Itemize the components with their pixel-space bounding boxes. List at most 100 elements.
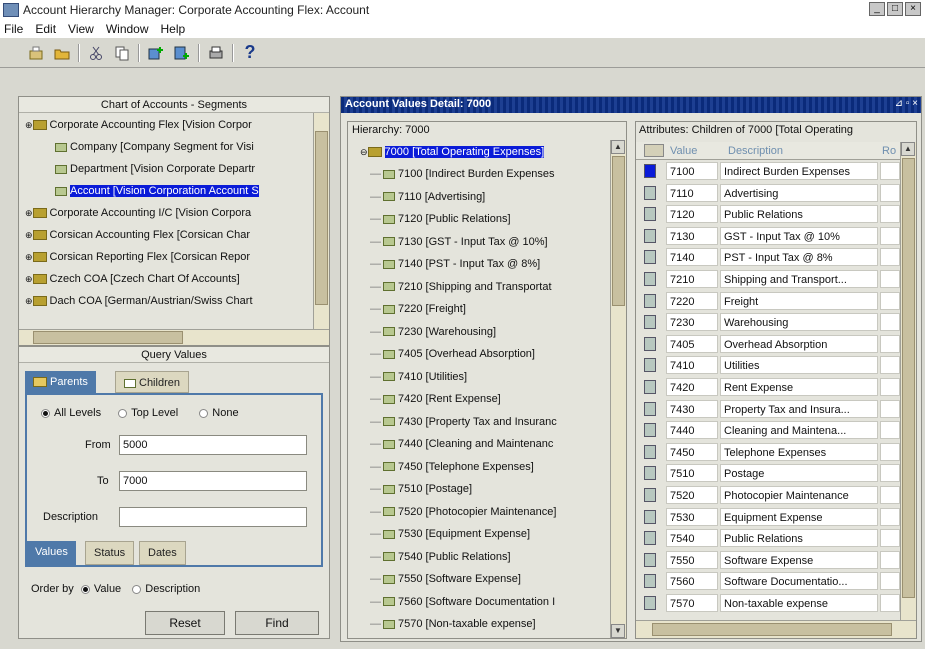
hierarchy-node[interactable]: —7530 [Equipment Expense]	[370, 524, 530, 544]
tree-node[interactable]: ⊕ Corsican Accounting Flex [Corsican Char	[25, 225, 250, 245]
coa-vertical-scrollbar[interactable]	[313, 113, 329, 329]
hierarchy-root[interactable]: ⊖ 7000 [Total Operating Expenses]	[360, 142, 545, 162]
value-cell[interactable]: 7110	[666, 183, 718, 202]
copy-icon[interactable]	[112, 43, 132, 63]
menu-help[interactable]: Help	[161, 22, 186, 36]
ro-cell[interactable]	[880, 529, 900, 548]
ro-cell[interactable]	[880, 507, 900, 526]
description-cell[interactable]: Telephone Expenses	[720, 442, 878, 461]
value-cell[interactable]: 7520	[666, 486, 718, 504]
value-cell[interactable]: 7100	[666, 162, 718, 180]
description-cell[interactable]: Shipping and Transport...	[720, 270, 878, 288]
value-cell[interactable]: 7540	[666, 529, 718, 548]
description-cell[interactable]: Advertising	[720, 183, 878, 202]
ro-cell[interactable]	[880, 442, 900, 461]
tree-node-selected[interactable]: Account [Vision Corporation Account S	[55, 181, 259, 201]
description-cell[interactable]: Utilities	[720, 356, 878, 375]
ro-cell[interactable]	[880, 162, 900, 180]
maximize-button[interactable]: □	[887, 2, 903, 16]
hierarchy-node[interactable]: —7570 [Non-taxable expense]	[370, 614, 536, 634]
menu-window[interactable]: Window	[106, 22, 149, 36]
tree-node[interactable]: ⊕ Corporate Accounting I/C [Vision Corpor…	[25, 203, 251, 223]
description-cell[interactable]: Equipment Expense	[720, 507, 878, 526]
find-button[interactable]: Find	[235, 611, 319, 635]
table-row[interactable]: 7110 Advertising	[636, 182, 900, 204]
table-row[interactable]: 7405 Overhead Absorption	[636, 333, 900, 355]
ro-cell[interactable]	[880, 205, 900, 224]
row-selector[interactable]	[644, 185, 656, 200]
scroll-thumb[interactable]	[902, 158, 915, 598]
row-selector[interactable]	[644, 531, 656, 546]
hierarchy-node[interactable]: —7420 [Rent Expense]	[370, 389, 501, 409]
row-selector[interactable]	[644, 164, 656, 178]
table-row[interactable]: 7220 Freight	[636, 290, 900, 312]
to-field[interactable]: 7000	[119, 471, 307, 491]
print-icon[interactable]	[206, 43, 226, 63]
scroll-thumb[interactable]	[315, 131, 328, 305]
hierarchy-node[interactable]: —7510 [Postage]	[370, 479, 472, 499]
tree-node[interactable]: ⊕ Corporate Accounting Flex [Vision Corpo…	[25, 115, 252, 135]
tree-node[interactable]: Department [Vision Corporate Departr	[55, 159, 255, 179]
ro-cell[interactable]	[880, 313, 900, 332]
coa-horizontal-scrollbar[interactable]	[19, 329, 329, 345]
tree-node[interactable]: Company [Company Segment for Visi	[55, 137, 254, 157]
value-cell[interactable]: 7405	[666, 334, 718, 353]
tab-children[interactable]: Children	[115, 371, 189, 393]
value-cell[interactable]: 7570	[666, 594, 718, 612]
row-selector[interactable]	[644, 336, 656, 351]
row-selector[interactable]	[644, 272, 656, 286]
scroll-thumb[interactable]	[33, 331, 183, 344]
ro-cell[interactable]	[880, 464, 900, 483]
table-row[interactable]: 7120 Public Relations	[636, 203, 900, 225]
radio-top-level[interactable]: Top Level	[118, 407, 178, 419]
row-selector[interactable]	[644, 207, 656, 222]
table-row[interactable]: 7530 Equipment Expense	[636, 506, 900, 528]
hierarchy-node[interactable]: —7560 [Software Documentation I	[370, 592, 555, 612]
description-cell[interactable]: PST - Input Tax @ 8%	[720, 248, 878, 267]
row-selector[interactable]	[644, 228, 656, 243]
column-header-value[interactable]: Value	[670, 142, 697, 160]
value-cell[interactable]: 7510	[666, 464, 718, 483]
ro-cell[interactable]	[880, 291, 900, 310]
tree-node[interactable]: ⊕ Dach COA [German/Austrian/Swiss Chart	[25, 291, 253, 311]
value-cell[interactable]: 7450	[666, 442, 718, 461]
row-selector[interactable]	[644, 466, 656, 481]
hierarchy-node[interactable]: —7230 [Warehousing]	[370, 322, 496, 342]
value-cell[interactable]: 7230	[666, 313, 718, 332]
table-row[interactable]: 7140 PST - Input Tax @ 8%	[636, 246, 900, 268]
add-record-icon[interactable]	[146, 43, 166, 63]
table-row[interactable]: 7210 Shipping and Transport...	[636, 268, 900, 290]
hierarchy-node[interactable]: —7220 [Freight]	[370, 299, 466, 319]
ro-cell[interactable]	[880, 399, 900, 418]
row-selector[interactable]	[644, 401, 656, 416]
table-row[interactable]: 7130 GST - Input Tax @ 10%	[636, 225, 900, 247]
menu-view[interactable]: View	[68, 22, 94, 36]
hierarchy-node[interactable]: —7210 [Shipping and Transportat	[370, 277, 552, 297]
grid-horizontal-scrollbar[interactable]	[636, 620, 916, 638]
value-cell[interactable]: 7130	[666, 226, 718, 245]
minimize-button[interactable]: _	[869, 2, 885, 16]
row-selector[interactable]	[644, 358, 656, 373]
table-row[interactable]: 7410 Utilities	[636, 354, 900, 376]
hierarchy-node[interactable]: —7110 [Advertising]	[370, 187, 485, 207]
menu-edit[interactable]: Edit	[35, 22, 56, 36]
value-cell[interactable]: 7560	[666, 572, 718, 591]
ro-cell[interactable]	[880, 270, 900, 288]
row-selector[interactable]	[644, 444, 656, 459]
value-cell[interactable]: 7430	[666, 399, 718, 418]
open-folder-icon[interactable]	[52, 43, 72, 63]
tab-parents[interactable]: Parents	[25, 371, 96, 393]
description-cell[interactable]: Public Relations	[720, 205, 878, 224]
collapse-icon[interactable]: ⊖	[360, 147, 368, 157]
tab-status[interactable]: Status	[85, 541, 135, 565]
radio-order-value[interactable]: Value	[80, 583, 121, 595]
hierarchy-node[interactable]: —7430 [Property Tax and Insuranc	[370, 412, 557, 432]
row-selector[interactable]	[644, 315, 656, 330]
ro-cell[interactable]	[880, 226, 900, 245]
table-row[interactable]: 7440 Cleaning and Maintena...	[636, 419, 900, 441]
description-cell[interactable]: Photocopier Maintenance	[720, 486, 878, 504]
radio-order-description[interactable]: Description	[132, 583, 200, 595]
column-header-ro[interactable]: Ro	[882, 142, 896, 160]
ro-cell[interactable]	[880, 248, 900, 267]
scroll-thumb[interactable]	[652, 623, 892, 636]
